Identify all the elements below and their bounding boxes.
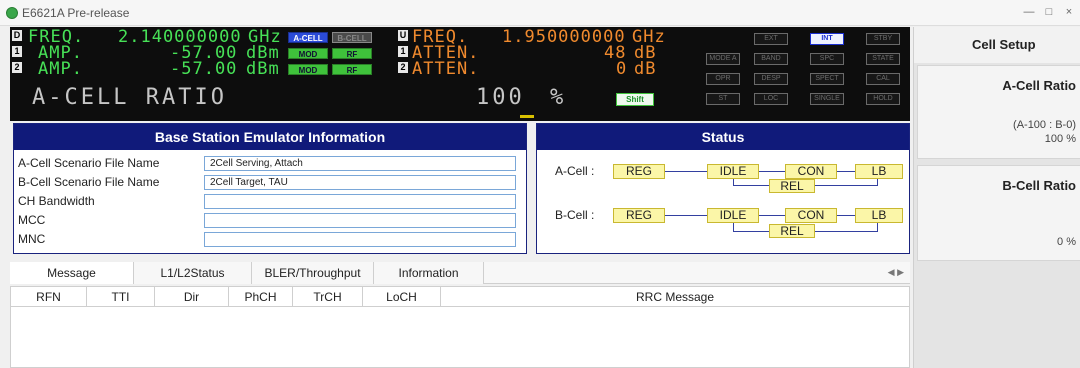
rf2-button[interactable]: RF [332, 64, 372, 75]
bcell-scenario-field[interactable]: 2Cell Target, TAU [204, 175, 516, 190]
acell-flow-line-2 [837, 171, 855, 172]
bcell-state-idle: IDLE [707, 208, 759, 223]
acell-state-lb: LB [855, 164, 903, 179]
cell-setup-panel: Cell Setup A-Cell Ratio (A-100 : B-0) 10… [913, 27, 1080, 368]
bcell-scenario-label: B-Cell Scenario File Name [18, 175, 160, 189]
bcell-status-label: B-Cell : [555, 208, 595, 222]
ratio-label: A-CELL RATIO [32, 85, 227, 110]
acell-state-reg: REG [613, 164, 665, 179]
col-rrc-message[interactable]: RRC Message [441, 287, 909, 307]
col-dir[interactable]: Dir [155, 287, 229, 307]
bcell-ratio-value: 0 % [1057, 236, 1076, 248]
minimize-icon[interactable]: — [1020, 2, 1038, 22]
bcell-state-lb: LB [855, 208, 903, 223]
port-u1-badge: 1 [398, 46, 408, 57]
window-title: E6621A Pre-release [22, 6, 130, 20]
amp2-unit: dBm [246, 59, 280, 79]
acell-ratio-card[interactable]: A-Cell Ratio (A-100 : B-0) 100 % [917, 65, 1080, 159]
message-table-header: RFN TTI Dir PhCH TrCH LoCH RRC Message [11, 287, 909, 307]
ch-bandwidth-label: CH Bandwidth [18, 194, 95, 208]
opr-button[interactable]: OPR [706, 73, 740, 85]
acell-ratio-title: A-Cell Ratio [1002, 78, 1076, 93]
instrument-display: D 1 2 FREQ. 2.140000000 GHz AMP. -57.00 … [10, 27, 910, 121]
loc-button[interactable]: LOC [754, 93, 788, 105]
ext-button[interactable]: EXT [754, 33, 788, 45]
maximize-icon[interactable]: □ [1040, 2, 1058, 22]
rf1-button[interactable]: RF [332, 48, 372, 59]
col-loch[interactable]: LoCH [363, 287, 441, 307]
col-rfn[interactable]: RFN [11, 287, 87, 307]
ratio-unit: % [550, 85, 567, 110]
bcell-button[interactable]: B-CELL [332, 32, 372, 43]
tab-bar: Message L1/L2Status BLER/Throughput Info… [10, 262, 910, 284]
mcc-label: MCC [18, 213, 46, 227]
bse-info-panel: Base Station Emulator Information A-Cell… [13, 123, 527, 254]
mode-a-button[interactable]: MODE A [706, 53, 740, 65]
tab-l1l2-status[interactable]: L1/L2Status [134, 262, 252, 284]
int-button[interactable]: INT [810, 33, 844, 45]
port-d-badge: D [12, 30, 22, 41]
port-2-badge: 2 [12, 62, 22, 73]
bse-info-title: Base Station Emulator Information [14, 124, 526, 150]
tab-message[interactable]: Message [10, 262, 134, 284]
bcell-ratio-card[interactable]: B-Cell Ratio 0 % [917, 165, 1080, 261]
message-table: RFN TTI Dir PhCH TrCH LoCH RRC Message [10, 286, 910, 368]
atten2-label: ATTEN. [412, 59, 480, 79]
cal-button[interactable]: CAL [866, 73, 900, 85]
acell-state-idle: IDLE [707, 164, 759, 179]
ratio-cursor [520, 115, 534, 118]
stby-button[interactable]: STBY [866, 33, 900, 45]
state-button[interactable]: STATE [866, 53, 900, 65]
single-button[interactable]: SINGLE [810, 93, 844, 105]
acell-scenario-field[interactable]: 2Cell Serving, Attach [204, 156, 516, 171]
tab-bler-throughput[interactable]: BLER/Throughput [252, 262, 374, 284]
bcell-ratio-title: B-Cell Ratio [1002, 178, 1076, 193]
acell-state-con: CON [785, 164, 837, 179]
title-bar: E6621A Pre-release — □ × [0, 0, 1080, 26]
col-tti[interactable]: TTI [87, 287, 155, 307]
port-u-badge: U [398, 30, 408, 41]
close-icon[interactable]: × [1060, 2, 1078, 22]
tab-information[interactable]: Information [374, 262, 484, 284]
spc-button[interactable]: SPC [810, 53, 844, 65]
atten2-value: 0 [616, 59, 628, 79]
bcell-state-rel: REL [769, 224, 815, 238]
ratio-value: 100 [476, 85, 525, 110]
desp-button[interactable]: DESP [754, 73, 788, 85]
bcell-flow-line-2 [837, 215, 855, 216]
mod2-button[interactable]: MOD [288, 64, 328, 75]
mcc-field[interactable] [204, 213, 516, 228]
bcell-state-con: CON [785, 208, 837, 223]
acell-ratio-formula: (A-100 : B-0) [1013, 119, 1076, 131]
status-panel: Status A-Cell : REG IDLE CON LB REL B-Ce… [536, 123, 910, 254]
port-u2-badge: 2 [398, 62, 408, 73]
status-title: Status [537, 124, 909, 150]
acell-button[interactable]: A-CELL [288, 32, 328, 43]
mnc-field[interactable] [204, 232, 516, 247]
acell-state-rel: REL [769, 179, 815, 193]
ch-bandwidth-field[interactable] [204, 194, 516, 209]
bcell-state-reg: REG [613, 208, 665, 223]
acell-status-label: A-Cell : [555, 164, 595, 178]
hold-button[interactable]: HOLD [866, 93, 900, 105]
band-button[interactable]: BAND [754, 53, 788, 65]
amp2-label: AMP. [38, 59, 83, 79]
acell-scenario-label: A-Cell Scenario File Name [18, 156, 160, 170]
acell-ratio-value: 100 % [1044, 133, 1076, 145]
spect-button[interactable]: SPECT [810, 73, 844, 85]
atten2-unit: dB [634, 59, 657, 79]
col-phch[interactable]: PhCH [229, 287, 293, 307]
mod1-button[interactable]: MOD [288, 48, 328, 59]
port-1-badge: 1 [12, 46, 22, 57]
app-icon [6, 7, 18, 19]
shift-button[interactable]: Shift [616, 93, 654, 106]
col-trch[interactable]: TrCH [293, 287, 363, 307]
amp2-value: -57.00 [170, 59, 238, 79]
cell-setup-title: Cell Setup [914, 27, 1080, 63]
st-button[interactable]: ST [706, 93, 740, 105]
tab-scroll-arrows-icon[interactable]: ◀ ▶ [888, 267, 904, 278]
mnc-label: MNC [18, 232, 46, 246]
